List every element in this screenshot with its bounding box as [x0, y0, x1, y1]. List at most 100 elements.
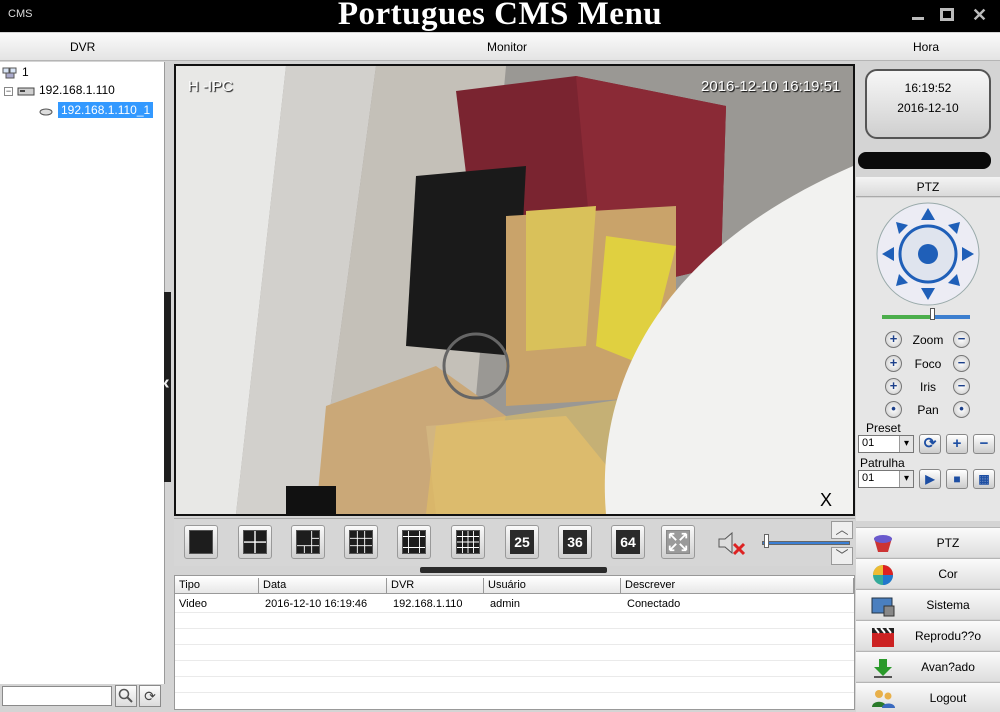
close-video-button[interactable]: X — [820, 490, 832, 511]
layout-36-button[interactable]: 36 — [558, 525, 592, 559]
menu-logout-button[interactable]: Logout — [856, 682, 1000, 712]
focus-plus-button[interactable]: + — [885, 355, 902, 372]
preset-select[interactable]: 01 — [858, 435, 914, 453]
zoom-label: Zoom — [912, 333, 944, 347]
chevron-up-icon: ︿ — [835, 522, 849, 537]
layout-25-label: 25 — [510, 530, 534, 554]
column-header-dvr[interactable]: DVR — [387, 578, 484, 594]
iris-minus-button[interactable]: − — [953, 378, 970, 395]
play-icon: ▶ — [925, 472, 935, 486]
column-header-data[interactable]: Data — [259, 578, 387, 594]
search-button[interactable] — [115, 685, 137, 707]
scroll-down-button[interactable]: ﹀ — [831, 547, 853, 565]
scroll-up-button[interactable]: ︿ — [831, 521, 853, 539]
column-header-usuario[interactable]: Usuário — [484, 578, 621, 594]
ptz-speed-knob[interactable] — [930, 308, 935, 320]
pan-stop-button[interactable]: • — [953, 401, 970, 418]
zoom-in-button[interactable]: + — [885, 331, 902, 348]
layout-9-button[interactable] — [344, 525, 378, 559]
focus-minus-button[interactable]: − — [953, 355, 970, 372]
system-icon — [871, 597, 895, 617]
menu-logout-label: Logout — [929, 691, 967, 705]
menu-avancado-button[interactable]: Avan?ado — [856, 651, 1000, 681]
menu-reproducao-button[interactable]: Reprodu??o — [856, 620, 1000, 650]
preset-remove-button[interactable]: − — [973, 434, 995, 454]
status-bar — [858, 152, 991, 169]
pan-label: Pan — [917, 403, 939, 417]
minimize-button[interactable] — [910, 8, 926, 22]
ptz-header: PTZ — [856, 177, 1000, 197]
camera-feed-image — [176, 66, 853, 514]
patrol-select[interactable]: 01 — [858, 470, 914, 488]
iris-control: + Iris − — [882, 376, 974, 396]
ptz-icon — [874, 535, 892, 552]
layout-16-button[interactable] — [451, 525, 485, 559]
layout-16-icon — [456, 530, 480, 554]
camera-icon — [39, 108, 53, 116]
cell-dvr: 192.168.1.110 — [393, 598, 463, 610]
clock-date: 2016-12-10 — [897, 101, 959, 115]
layout-1-button[interactable] — [184, 525, 218, 559]
menu-monitor[interactable]: Monitor — [487, 40, 527, 54]
layout-6-button[interactable] — [291, 525, 325, 559]
menu-ptz-button[interactable]: PTZ — [856, 527, 1000, 557]
tree-root-label: 1 — [22, 65, 29, 79]
layout-64-button[interactable]: 64 — [611, 525, 645, 559]
video-view[interactable]: H -IPC 2016-12-10 16:19:51 X — [174, 64, 855, 516]
refresh-button[interactable]: ⟳ — [139, 685, 161, 707]
maximize-button[interactable] — [940, 8, 954, 21]
focus-label: Foco — [914, 357, 942, 371]
ptz-speed-slider[interactable] — [882, 315, 970, 319]
collapse-panel-icon[interactable]: ‹ — [163, 372, 170, 395]
patrol-grid-button[interactable]: ▦ — [973, 469, 995, 489]
mute-icon[interactable] — [716, 529, 748, 557]
layout-4-icon — [243, 530, 267, 554]
preset-label: Preset — [866, 421, 901, 435]
volume-slider[interactable] — [762, 541, 850, 545]
users-icon — [872, 690, 895, 708]
menu-dvr[interactable]: DVR — [70, 40, 95, 54]
clock-display: 16:19:52 2016-12-10 — [865, 69, 991, 139]
patrol-stop-button[interactable]: ■ — [946, 469, 968, 489]
layout-4-button[interactable] — [238, 525, 272, 559]
stop-icon: ■ — [953, 472, 961, 486]
minus-icon: − — [979, 435, 989, 452]
layout-25-button[interactable]: 25 — [505, 525, 539, 559]
menu-cor-label: Cor — [938, 567, 958, 581]
search-icon — [118, 688, 133, 703]
tree-root-item[interactable]: 1 — [2, 65, 29, 79]
osd-timestamp: 2016-12-10 16:19:51 — [701, 78, 841, 95]
menu-sistema-button[interactable]: Sistema — [856, 589, 1000, 619]
patrol-label: Patrulha — [860, 456, 905, 470]
tree-search-input[interactable] — [2, 686, 112, 706]
osd-camera-name: H -IPC — [188, 78, 233, 95]
cycle-icon: ⟳ — [923, 435, 937, 452]
layout-13-button[interactable] — [397, 525, 431, 559]
preset-add-button[interactable]: + — [946, 434, 968, 454]
column-header-tipo[interactable]: Tipo — [175, 578, 259, 594]
menu-cor-button[interactable]: Cor — [856, 558, 1000, 588]
fullscreen-button[interactable] — [661, 525, 695, 559]
layout-1-icon — [189, 530, 213, 554]
zoom-out-button[interactable]: − — [953, 331, 970, 348]
drawer-handle[interactable] — [420, 567, 607, 573]
menu-hora[interactable]: Hora — [913, 40, 939, 54]
grid-icon: ▦ — [978, 472, 990, 486]
tree-device-item[interactable]: 192.168.1.110_1 — [38, 102, 154, 118]
volume-slider-knob[interactable] — [764, 534, 769, 548]
row-divider — [175, 612, 854, 613]
iris-plus-button[interactable]: + — [885, 378, 902, 395]
pan-start-button[interactable]: • — [885, 401, 902, 418]
zoom-control: + Zoom − — [882, 329, 974, 349]
tree-host-item[interactable]: − 192.168.1.110 — [4, 83, 115, 97]
playback-icon — [872, 627, 894, 647]
ptz-direction-pad[interactable] — [876, 202, 980, 306]
patrol-play-button[interactable]: ▶ — [919, 469, 941, 489]
preset-goto-button[interactable]: ⟳ — [919, 434, 941, 454]
close-window-button[interactable]: ✕ — [972, 6, 988, 24]
menu-reproducao-label: Reprodu??o — [914, 629, 982, 643]
dvr-icon — [17, 87, 35, 96]
collapse-icon[interactable]: − — [4, 87, 13, 96]
column-header-descrever[interactable]: Descrever — [621, 578, 854, 594]
clock-time: 16:19:52 — [904, 81, 952, 95]
